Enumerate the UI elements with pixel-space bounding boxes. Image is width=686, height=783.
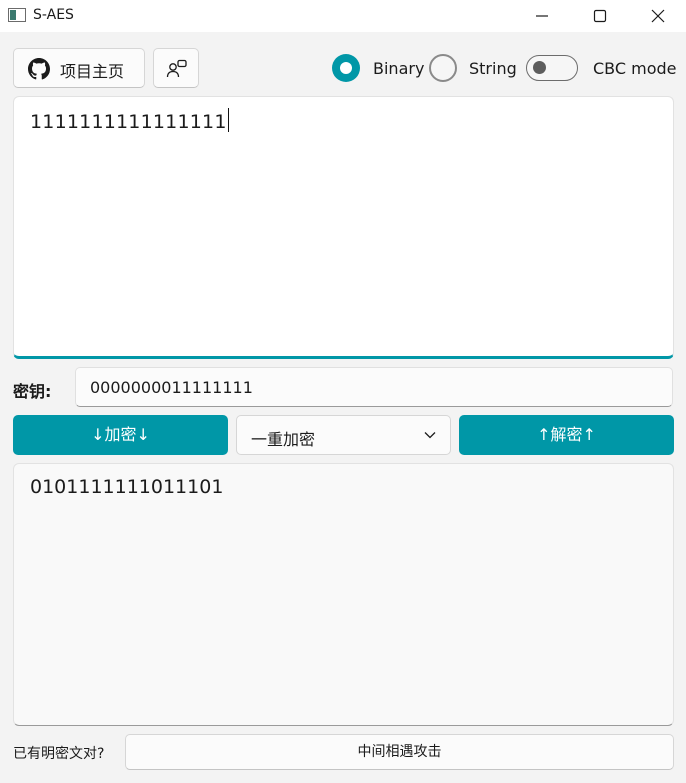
maximize-button[interactable] xyxy=(572,0,628,32)
binary-radio[interactable] xyxy=(332,54,360,82)
app-icon xyxy=(8,8,26,22)
ciphertext-output[interactable]: 0101111111011101 xyxy=(13,463,674,726)
maximize-icon xyxy=(593,9,607,23)
encryption-mode-select[interactable]: 一重加密 xyxy=(236,415,451,455)
title-bar: S-AES xyxy=(0,0,686,32)
cbc-mode-toggle[interactable] xyxy=(526,55,578,81)
minimize-button[interactable] xyxy=(514,0,570,32)
encryption-mode-value: 一重加密 xyxy=(251,430,316,449)
users-icon xyxy=(166,59,187,78)
close-button[interactable] xyxy=(630,0,686,32)
ciphertext-value: 0101111111011101 xyxy=(30,476,224,498)
decrypt-button[interactable]: ↑解密↑ xyxy=(459,415,674,455)
meet-in-the-middle-button[interactable]: 中间相遇攻击 xyxy=(125,734,674,770)
known-pair-question: 已有明密文对? xyxy=(13,746,105,762)
key-input[interactable]: 0000000011111111 xyxy=(75,367,673,407)
plaintext-value: 1111111111111111 xyxy=(30,111,227,133)
plaintext-area-text: 1111111111111111 xyxy=(30,108,229,133)
cbc-mode-label: CBC mode xyxy=(593,59,677,78)
project-home-label: 项目主页 xyxy=(60,62,125,81)
users-button[interactable] xyxy=(153,48,199,88)
binary-label: Binary xyxy=(373,59,425,78)
text-caret xyxy=(227,108,229,132)
encrypt-button[interactable]: ↓加密↓ xyxy=(13,415,228,455)
key-label: 密钥: xyxy=(13,382,52,401)
chevron-down-icon xyxy=(424,432,436,439)
minimize-icon xyxy=(536,15,548,17)
key-value: 0000000011111111 xyxy=(90,378,253,397)
plaintext-input[interactable]: 1111111111111111 xyxy=(13,96,674,359)
string-label: String xyxy=(469,59,517,78)
github-icon xyxy=(28,58,50,80)
window-title: S-AES xyxy=(33,7,74,23)
close-icon xyxy=(651,9,665,23)
project-home-button[interactable]: 项目主页 xyxy=(13,48,145,88)
string-radio[interactable] xyxy=(429,54,457,82)
